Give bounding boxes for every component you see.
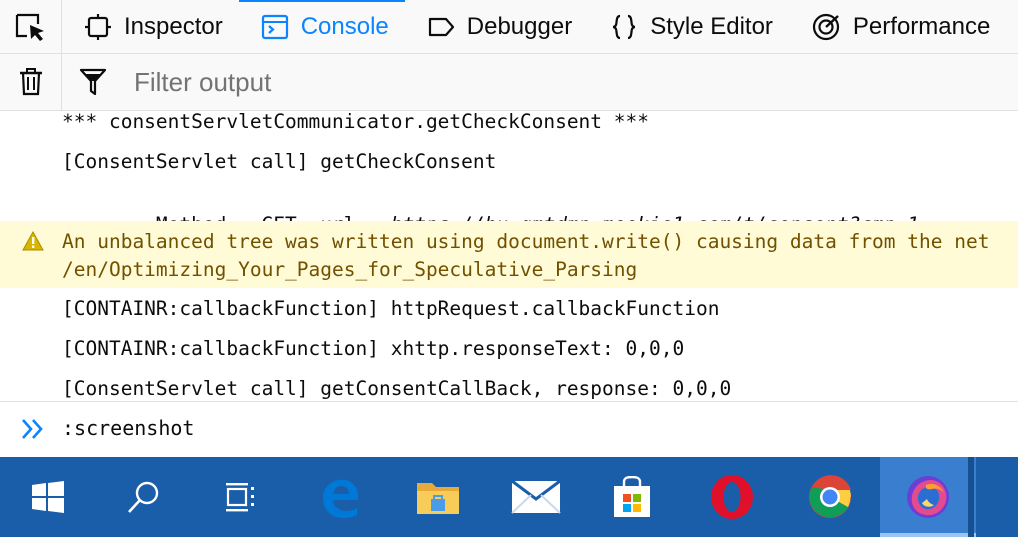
windows-start-icon bbox=[32, 481, 64, 513]
start-button[interactable] bbox=[0, 457, 96, 537]
edge-icon bbox=[323, 479, 359, 518]
console-message: [ConsentServlet call] getConsentCallBack… bbox=[0, 368, 1018, 401]
trash-icon bbox=[19, 68, 42, 96]
debugger-icon bbox=[427, 13, 455, 41]
console-message: [ConsentServlet call] getCheckConsent bbox=[0, 141, 1018, 181]
taskbar-edge[interactable] bbox=[292, 457, 388, 537]
tab-performance[interactable]: Performance bbox=[789, 0, 1006, 53]
console-input-row[interactable]: :screenshot bbox=[0, 401, 1018, 457]
tab-inspector[interactable]: Inspector bbox=[62, 0, 239, 53]
message-text: [CONTAINR:callbackFunction] xhttp.respon… bbox=[62, 337, 685, 360]
message-url-link[interactable]: https://hu-gmtdmp.mookie1.com/t/consent?… bbox=[391, 213, 919, 221]
console-message: [CONTAINR:callbackFunction] httpRequest.… bbox=[0, 288, 1018, 328]
warning-text: An unbalanced tree was written using doc… bbox=[62, 230, 990, 253]
element-picker-icon bbox=[15, 13, 44, 41]
message-text: [CONTAINR:callbackFunction] httpRequest.… bbox=[62, 297, 720, 320]
console-message: [CONTAINR:callbackFunction] xhttp.respon… bbox=[0, 328, 1018, 368]
firefox-icon bbox=[907, 476, 949, 518]
file-explorer-icon bbox=[417, 483, 459, 514]
taskbar-mail[interactable] bbox=[488, 457, 584, 537]
filter-icon bbox=[79, 68, 107, 96]
store-icon bbox=[614, 476, 650, 517]
tab-console[interactable]: Console bbox=[238, 0, 405, 53]
console-message: *** consentServletCommunicator.getCheckC… bbox=[0, 111, 1018, 141]
console-filter-bar bbox=[0, 54, 1018, 111]
style-editor-icon bbox=[610, 13, 638, 41]
show-desktop-divider bbox=[968, 457, 974, 537]
tab-label: Console bbox=[300, 12, 389, 40]
taskbar-firefox[interactable] bbox=[880, 457, 976, 537]
chrome-icon bbox=[809, 475, 851, 518]
console-input[interactable]: :screenshot bbox=[62, 416, 194, 440]
taskbar-opera[interactable] bbox=[684, 457, 780, 537]
search-icon bbox=[128, 481, 159, 513]
tab-label: Performance bbox=[852, 12, 991, 40]
warning-text-continued: /en/Optimizing_Your_Pages_for_Speculativ… bbox=[62, 258, 638, 281]
taskbar-search-button[interactable] bbox=[96, 457, 192, 537]
devtools-toolbar: Inspector Console Debugger Style Editor … bbox=[0, 0, 1018, 54]
devtools-window: Inspector Console Debugger Style Editor … bbox=[0, 0, 1018, 537]
task-view-button[interactable] bbox=[192, 457, 288, 537]
filter-output-input[interactable] bbox=[124, 60, 984, 104]
console-icon bbox=[261, 13, 289, 41]
windows-taskbar bbox=[0, 457, 1018, 537]
console-warning-message: An unbalanced tree was written using doc… bbox=[0, 221, 1018, 288]
message-text: *** consentServletCommunicator.getCheckC… bbox=[62, 111, 649, 133]
mail-icon bbox=[511, 479, 561, 514]
taskbar-file-explorer[interactable] bbox=[390, 457, 486, 537]
tab-label: Style Editor bbox=[650, 12, 773, 40]
prompt-chevron-icon bbox=[22, 419, 43, 439]
task-view-icon bbox=[226, 483, 254, 512]
taskbar-store[interactable] bbox=[584, 457, 680, 537]
message-text: [ConsentServlet call] getCheckConsent bbox=[62, 150, 497, 173]
taskbar-chrome[interactable] bbox=[782, 457, 878, 537]
tab-debugger[interactable]: Debugger bbox=[405, 0, 588, 53]
console-output[interactable]: *** consentServletCommunicator.getCheckC… bbox=[0, 111, 1018, 401]
inspector-icon bbox=[84, 13, 112, 41]
warning-icon bbox=[22, 231, 44, 251]
clear-console-button[interactable] bbox=[0, 54, 62, 110]
message-text: [ConsentServlet call] getConsentCallBack… bbox=[62, 377, 732, 400]
tab-label: Debugger bbox=[466, 12, 573, 40]
filter-toggle-button[interactable] bbox=[62, 54, 124, 110]
tab-label: Inspector bbox=[124, 12, 223, 40]
element-picker-button[interactable] bbox=[0, 0, 62, 53]
tab-style-editor[interactable]: Style Editor bbox=[588, 0, 789, 53]
opera-icon bbox=[711, 475, 753, 519]
performance-icon bbox=[811, 12, 841, 42]
console-message: Method : GET, url : https://hu-gmtdmp.mo… bbox=[0, 181, 1018, 221]
message-text: Method : GET, url : bbox=[156, 213, 391, 221]
